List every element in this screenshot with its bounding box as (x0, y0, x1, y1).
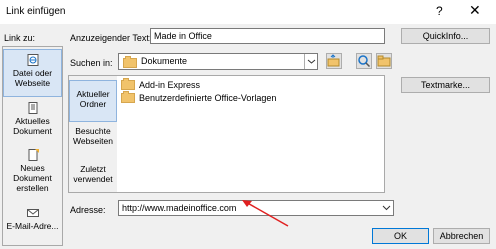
address-label: Adresse: (70, 205, 106, 215)
email-icon (26, 207, 39, 219)
folder-name: Add-in Express (139, 80, 201, 90)
list-item[interactable]: Add-in Express (121, 78, 321, 91)
link-to-item-label-2: Dokument (13, 173, 52, 183)
nav-recent-files[interactable]: Zuletzt verwendet (69, 164, 117, 192)
folder-icon (121, 78, 135, 90)
look-in-value: Dokumente (141, 56, 188, 66)
nav-item-line-1: Besuchte (75, 126, 111, 136)
bookmark-button[interactable]: Textmarke... (401, 77, 490, 93)
nav-current-folder[interactable]: Aktueller Ordner (69, 80, 117, 122)
up-folder-icon[interactable] (326, 53, 342, 69)
nav-item-line-2: Ordner (79, 99, 107, 109)
nav-browsed-pages[interactable]: Besuchte Webseiten (69, 126, 117, 154)
link-to-label: Link zu: (4, 33, 36, 43)
nav-item-line-1: Zuletzt (80, 164, 106, 174)
link-to-item-label-2: Dokument (13, 126, 52, 136)
chevron-down-icon[interactable] (380, 201, 393, 215)
folder-icon (123, 56, 137, 68)
link-to-email-address[interactable]: E-Mail-Adre... (3, 203, 62, 243)
window-title: Link einfügen (6, 6, 66, 17)
file-web-icon (27, 54, 39, 66)
quickinfo-button[interactable]: QuickInfo... (401, 28, 490, 44)
display-text-label: Anzuzeigender Text: (70, 33, 152, 43)
close-button[interactable]: ✕ (469, 2, 481, 19)
browse-nav: Aktueller Ordner Besuchte Webseiten Zule… (69, 76, 117, 192)
help-button[interactable]: ? (436, 4, 443, 18)
document-icon (27, 102, 39, 114)
new-document-icon (27, 149, 39, 161)
link-to-item-label-1: Aktuelles (15, 116, 50, 126)
look-in-label: Suchen in: (70, 58, 113, 68)
display-text-value: Made in Office (154, 31, 212, 41)
ok-button[interactable]: OK (372, 228, 429, 244)
look-in-select[interactable]: Dokumente (118, 53, 318, 70)
annotation-arrow-icon (242, 200, 289, 227)
insert-link-dialog: Link einfügen ? ✕ Link zu: Datei oder We… (0, 0, 496, 249)
link-to-current-document[interactable]: Aktuelles Dokument (3, 98, 62, 146)
link-to-item-label-1: E-Mail-Adre... (6, 221, 59, 231)
link-to-item-label-3: erstellen (16, 183, 49, 193)
nav-item-line-2: Webseiten (72, 136, 113, 146)
address-value: http://www.madeinoffice.com (122, 203, 237, 213)
link-to-new-document[interactable]: Neues Dokument erstellen (3, 145, 62, 201)
link-to-panel: Datei oder Webseite Aktuelles Dokument N… (2, 46, 63, 246)
link-to-file-or-webpage[interactable]: Datei oder Webseite (3, 49, 62, 97)
display-text-field[interactable]: Made in Office (150, 28, 385, 44)
browse-file-icon[interactable] (376, 53, 392, 69)
folder-icon (121, 91, 135, 103)
nav-item-line-2: verwendet (73, 174, 113, 184)
list-item[interactable]: Benutzerdefinierte Office-Vorlagen (121, 91, 341, 104)
cancel-button[interactable]: Abbrechen (433, 228, 490, 244)
browse-web-icon[interactable] (356, 53, 372, 69)
nav-item-line-1: Aktueller (76, 89, 110, 99)
link-to-item-label-1: Datei oder (12, 68, 53, 78)
chevron-down-icon[interactable] (304, 54, 318, 69)
link-to-item-label-2: Webseite (14, 78, 51, 88)
link-to-item-label-1: Neues (20, 163, 45, 173)
title-bar (0, 0, 496, 24)
folder-name: Benutzerdefinierte Office-Vorlagen (139, 93, 277, 103)
